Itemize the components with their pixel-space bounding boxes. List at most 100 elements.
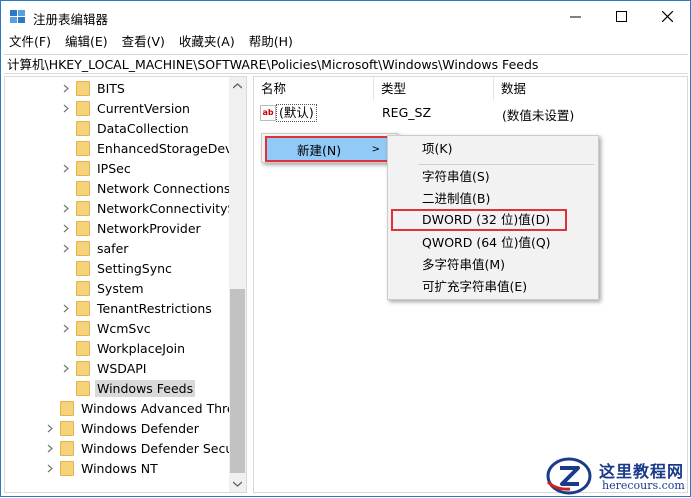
expand-chevron-icon[interactable]	[45, 438, 54, 458]
close-button[interactable]	[644, 1, 690, 32]
expand-chevron-icon[interactable]	[45, 458, 54, 478]
scroll-thumb[interactable]	[230, 289, 245, 473]
tree-scrollbar[interactable]	[229, 77, 246, 492]
column-header-name[interactable]: 名称	[254, 77, 374, 101]
folder-icon	[76, 140, 90, 156]
submenu-item-dword[interactable]: DWORD (32 位)值(D)	[391, 209, 567, 231]
tree-item-label: IPSec	[97, 160, 131, 176]
expand-chevron-icon[interactable]	[61, 238, 70, 258]
expand-chevron-icon[interactable]	[61, 98, 70, 118]
submenu-item-key[interactable]: 项(K)	[388, 138, 598, 160]
context-menu: 新建(N) >	[261, 133, 398, 163]
value-name: (默认)	[276, 104, 317, 122]
scroll-down-button[interactable]	[229, 475, 246, 492]
tree-item-label: NetworkConnectivitySta	[97, 200, 247, 216]
submenu-item-qword[interactable]: QWORD (64 位)值(Q)	[388, 232, 598, 254]
value-row[interactable]: ab (默认) REG_SZ (数值未设置)	[254, 103, 687, 123]
tree-item[interactable]: BITS	[61, 78, 127, 98]
tree-item[interactable]: System	[61, 278, 146, 298]
expand-chevron-icon[interactable]	[61, 358, 70, 378]
tree-item[interactable]: NetworkProvider	[61, 218, 203, 238]
folder-icon	[76, 260, 90, 276]
tree-item-label: Windows Defender Securit	[81, 440, 247, 456]
submenu-item-string[interactable]: 字符串值(S)	[388, 166, 598, 188]
submenu-item-binary[interactable]: 二进制值(B)	[388, 188, 598, 210]
menu-favorites[interactable]: 收藏夹(A)	[172, 32, 242, 52]
tree-item-label: System	[97, 280, 144, 296]
maximize-button[interactable]	[598, 1, 644, 32]
expand-chevron-icon[interactable]	[61, 198, 70, 218]
submenu-item-multistring[interactable]: 多字符串值(M)	[388, 254, 598, 276]
tree-item[interactable]: Network Connections	[61, 178, 232, 198]
tree-item[interactable]: WcmSvc	[61, 318, 153, 338]
tree-item-label: Windows Advanced Threa	[81, 400, 243, 416]
maximize-icon	[615, 11, 627, 22]
submenu-separator	[418, 164, 594, 165]
expand-chevron-icon[interactable]	[45, 418, 54, 438]
menu-bar: 文件(F) 编辑(E) 查看(V) 收藏夹(A) 帮助(H)	[1, 32, 690, 52]
expand-chevron-icon[interactable]	[61, 218, 70, 238]
value-data: (数值未设置)	[502, 108, 575, 123]
tree-item[interactable]: Windows NT	[45, 458, 160, 478]
scroll-up-button[interactable]	[229, 77, 246, 94]
tree-item[interactable]: Windows Defender Securit	[45, 438, 247, 458]
tree-item[interactable]: Windows Advanced Threa	[45, 398, 244, 418]
menu-help[interactable]: 帮助(H)	[242, 32, 300, 52]
address-bar[interactable]: 计算机\HKEY_LOCAL_MACHINE\SOFTWARE\Policies…	[4, 54, 688, 74]
tree-item-label: safer	[97, 240, 129, 256]
folder-icon	[76, 380, 90, 396]
tree-item-selected[interactable]: Windows Feeds	[61, 378, 196, 398]
tree-item[interactable]: WSDAPI	[61, 358, 148, 378]
tree-item-label: WSDAPI	[97, 360, 147, 376]
tree-item-label: WorkplaceJoin	[97, 340, 186, 356]
tree-item[interactable]: CurrentVersion	[61, 98, 192, 118]
tree-item-label: BITS	[97, 80, 125, 96]
tree-item[interactable]: safer	[61, 238, 130, 258]
folder-icon	[76, 340, 90, 356]
tree-item[interactable]: TenantRestrictions	[61, 298, 214, 318]
folder-icon	[60, 400, 74, 416]
submenu-item-expandstring[interactable]: 可扩充字符串值(E)	[388, 276, 598, 298]
new-submenu: 项(K) 字符串值(S) 二进制值(B) DWORD (32 位)值(D) QW…	[387, 135, 599, 300]
column-header-type[interactable]: 类型	[374, 77, 494, 101]
folder-icon	[76, 360, 90, 376]
tree-item[interactable]: EnhancedStorageDevice	[61, 138, 246, 158]
folder-icon	[76, 100, 90, 116]
expand-chevron-icon[interactable]	[61, 318, 70, 338]
expand-chevron-icon[interactable]	[61, 78, 70, 98]
folder-icon	[76, 180, 90, 196]
chevron-up-icon	[233, 82, 242, 88]
tree-item[interactable]: DataCollection	[61, 118, 191, 138]
tree-item[interactable]: SettingSync	[61, 258, 174, 278]
tree-item-label: Windows Defender	[81, 420, 199, 436]
folder-icon	[60, 420, 74, 436]
column-header-data[interactable]: 数据	[494, 77, 687, 101]
menu-edit[interactable]: 编辑(E)	[58, 32, 115, 52]
expand-chevron-icon[interactable]	[61, 298, 70, 318]
menu-file[interactable]: 文件(F)	[1, 32, 58, 52]
tree-item-label: DataCollection	[97, 120, 189, 136]
folder-icon	[76, 300, 90, 316]
menu-view[interactable]: 查看(V)	[115, 32, 172, 52]
menu-item-new[interactable]: 新建(N) >	[265, 136, 392, 162]
menu-item-new-label: 新建(N)	[297, 142, 342, 158]
tree-item[interactable]: IPSec	[61, 158, 133, 178]
tree-item-label: NetworkProvider	[97, 220, 201, 236]
expand-chevron-icon[interactable]	[61, 158, 70, 178]
key-tree-pane[interactable]: BITS CurrentVersion DataCollection Enhanced…	[4, 76, 247, 493]
tree-item[interactable]: Windows Defender	[45, 418, 201, 438]
tree-item[interactable]: WorkplaceJoin	[61, 338, 187, 358]
watermark-logo-icon	[546, 457, 592, 495]
minimize-button[interactable]	[552, 1, 598, 32]
watermark-url: herecours.com	[602, 479, 685, 492]
tree-item[interactable]: NetworkConnectivitySta	[61, 198, 247, 218]
tree-item-label: TenantRestrictions	[97, 300, 212, 316]
tree-item-label: CurrentVersion	[97, 100, 190, 116]
title-bar[interactable]: 注册表编辑器	[1, 1, 690, 32]
folder-icon	[76, 160, 90, 176]
tree-item-label: Network Connections	[97, 180, 231, 196]
